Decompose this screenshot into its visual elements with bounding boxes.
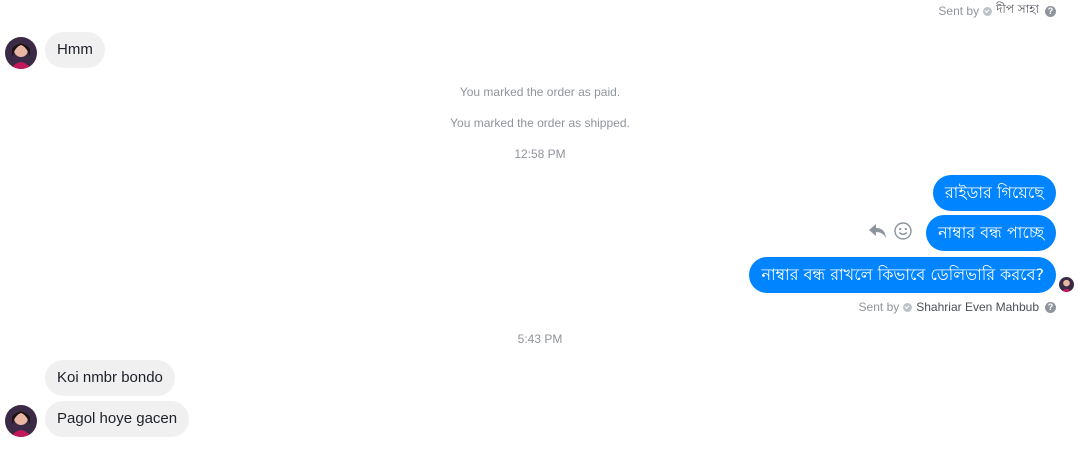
- timestamp: 5:43 PM: [517, 332, 563, 346]
- outgoing-message[interactable]: নাম্বার বন্ধ রাখলে কিভাবে ডেলিভারি করবে?: [749, 257, 1056, 293]
- sent-by-top: Sent by দীপ সাহা ?: [938, 1, 1056, 21]
- outgoing-message[interactable]: নাম্বার বন্ধ পাচ্ছে: [926, 215, 1056, 251]
- sent-by-bottom: Sent by Shahriar Even Mahbub ?: [859, 300, 1056, 314]
- help-icon[interactable]: ?: [1045, 301, 1056, 313]
- emoji-reaction-icon[interactable]: [894, 222, 912, 245]
- incoming-message[interactable]: Hmm: [45, 32, 105, 68]
- sender-name[interactable]: Shahriar Even Mahbub: [916, 300, 1039, 314]
- outgoing-message[interactable]: রাইডার গিয়েছে: [932, 175, 1056, 211]
- help-icon[interactable]: ?: [1045, 5, 1056, 17]
- incoming-message[interactable]: Koi nmbr bondo: [45, 360, 175, 396]
- avatar[interactable]: [5, 405, 37, 437]
- verified-badge-icon: [903, 302, 913, 312]
- sent-by-prefix: Sent by: [938, 4, 980, 18]
- message-actions: [868, 222, 912, 245]
- timestamp: 12:58 PM: [514, 147, 566, 161]
- incoming-message[interactable]: Pagol hoye gacen: [45, 401, 190, 437]
- seen-avatar: [1059, 277, 1074, 292]
- avatar[interactable]: [5, 37, 37, 69]
- sent-by-prefix: Sent by: [858, 300, 900, 314]
- sender-name[interactable]: দীপ সাহা: [996, 1, 1039, 21]
- system-message-paid: You marked the order as paid.: [459, 85, 621, 99]
- reply-icon[interactable]: [868, 222, 888, 245]
- verified-badge-icon: [983, 6, 993, 16]
- system-message-shipped: You marked the order as shipped.: [450, 116, 630, 130]
